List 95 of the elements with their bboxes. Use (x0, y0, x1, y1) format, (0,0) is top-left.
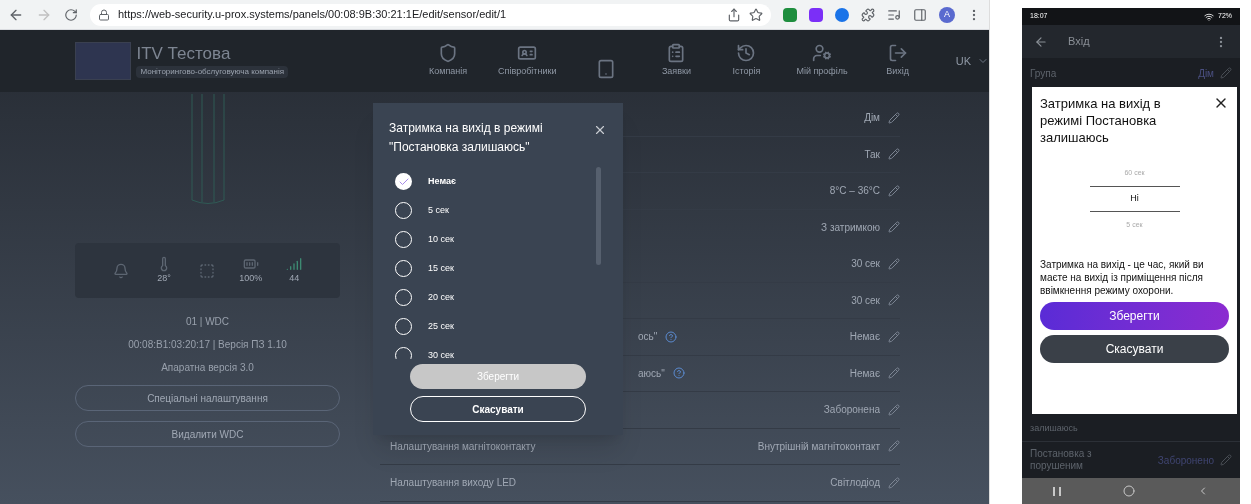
setting-value: Внутрішній магнітоконтакт (757, 439, 880, 454)
pencil-icon[interactable] (1220, 67, 1232, 79)
nav-link[interactable]: Співробітники (498, 65, 557, 79)
radio-option[interactable]: 20 сек (389, 283, 607, 312)
logout-icon[interactable] (887, 43, 908, 64)
setting-label: Налаштування магнітоконтакту (390, 439, 536, 454)
radio-option[interactable]: 25 сек (389, 312, 607, 341)
dialog-title: "Постановка залишаюсь" (389, 139, 531, 156)
scrollbar[interactable] (596, 167, 601, 265)
radio-option[interactable]: 10 сек (389, 225, 607, 254)
address-bar[interactable]: https://web-security.u-prox.systems/panels/00:08:9B:30:21:1E/edit/sensor/edit/1 (90, 3, 771, 26)
save-button[interactable]: Зберегти (1040, 302, 1229, 330)
side-panel-icon[interactable] (913, 7, 927, 22)
row-value: Заборонено (1157, 453, 1214, 468)
setting-label: аюсь" (638, 366, 665, 381)
avatar[interactable]: A (939, 6, 955, 23)
nav-link[interactable]: Заявки (661, 65, 691, 79)
stat-value: 44 (289, 271, 300, 285)
home-icon[interactable] (1123, 485, 1135, 497)
extension-icon[interactable] (835, 7, 849, 22)
url-text: https://web-security.u-prox.systems/panels/00:08:9B:30:21:1E/edit/sensor/edit/1 (118, 7, 507, 23)
recents-icon[interactable] (1053, 486, 1061, 496)
pencil-icon[interactable] (888, 330, 900, 343)
setting-value: Немає (849, 330, 880, 345)
pencil-icon[interactable] (1220, 454, 1232, 466)
square-icon (199, 262, 216, 279)
signal-icon (286, 255, 303, 272)
pencil-icon[interactable] (888, 440, 900, 453)
setting-value: 30 сек (851, 293, 880, 308)
wifi-icon (1204, 11, 1214, 22)
star-icon[interactable] (749, 7, 763, 22)
setting-label: ось" (638, 330, 658, 345)
radio-checked[interactable] (395, 173, 412, 190)
row-label: Група (1030, 66, 1057, 81)
user-gear-icon[interactable] (812, 43, 833, 64)
extension-icon[interactable] (809, 7, 823, 22)
row-value: Дім (1198, 66, 1214, 81)
language-selector[interactable]: UK (955, 52, 971, 70)
hardware-version: Апаратна версія 3.0 (161, 361, 254, 375)
pencil-icon[interactable] (888, 476, 900, 489)
pencil-icon[interactable] (888, 403, 900, 416)
puzzle-icon[interactable] (861, 7, 875, 22)
radio-option[interactable]: 5 сек (389, 196, 607, 225)
nav-link[interactable]: Історія (732, 65, 761, 79)
reload-icon[interactable] (64, 7, 78, 22)
pencil-icon[interactable] (888, 221, 900, 234)
shield-icon[interactable] (438, 43, 459, 64)
logo-placeholder (75, 42, 132, 80)
setting-value: Світлодіод (830, 476, 880, 491)
pencil-icon[interactable] (888, 184, 900, 197)
pencil-icon[interactable] (888, 367, 900, 380)
setting-value: З затримкою (821, 220, 880, 235)
nav-link[interactable]: Компанія (428, 65, 468, 79)
setting-value: Так (864, 147, 880, 162)
playlist-icon[interactable] (887, 7, 901, 22)
setting-value: 30 сек (851, 257, 880, 272)
extension-icon[interactable] (783, 7, 797, 22)
stat-value: 100% (239, 271, 263, 285)
stat-value: 28° (157, 271, 171, 285)
row-label: залишаюсь (1030, 421, 1078, 435)
clipboard-icon[interactable] (666, 43, 687, 64)
tablet-icon[interactable] (596, 58, 617, 79)
setting-label: Налаштування виходу LED (390, 476, 517, 491)
bell-icon (112, 262, 129, 279)
picker-item[interactable]: Ні (1089, 186, 1180, 212)
help-icon[interactable] (665, 330, 678, 343)
radio-option[interactable]: 15 сек (389, 254, 607, 283)
share-icon[interactable] (727, 7, 741, 22)
description: Затримка на вихід - це час, який ви маєте на вихід із приміщення після ввімкнення режиму охорони. (1040, 258, 1205, 297)
close-icon[interactable] (593, 123, 607, 137)
pencil-icon[interactable] (888, 257, 900, 270)
company-tag: Моніторингово-обслуговуюча компанія (136, 66, 289, 78)
setting-value: Заборонена (823, 403, 880, 418)
screen-title: Вхід (1068, 34, 1090, 50)
pencil-icon[interactable] (888, 294, 900, 307)
device-name: 01 | WDC (185, 315, 230, 329)
nav-link[interactable]: Мій профіль (796, 65, 848, 79)
company-name: ITV Тестова (136, 44, 232, 64)
radio-option[interactable]: Немає (389, 167, 607, 196)
setting-value: Дім (864, 111, 880, 126)
radio-option[interactable]: 30 сек (389, 341, 607, 359)
help-icon[interactable] (672, 367, 685, 380)
setting-value: 8°C – 36°C (829, 184, 880, 199)
back-icon[interactable] (1034, 34, 1048, 49)
history-icon[interactable] (736, 43, 757, 64)
dialog-title: Затримка на вихід в режимі Постановка залишаюсь (1040, 95, 1162, 146)
device-info: 00:08:B1:03:20:17 | Версія ПЗ 1.10 (128, 338, 287, 352)
nav-link[interactable]: Вихід (886, 65, 910, 79)
row-label: Постановка з порушеним (1030, 448, 1093, 472)
pencil-icon[interactable] (888, 148, 900, 161)
pencil-icon[interactable] (888, 111, 900, 124)
setting-value: Немає (849, 366, 880, 381)
lock-icon (98, 8, 110, 21)
cancel-button[interactable]: Скасувати (1040, 335, 1229, 363)
dialog-title: Затримка на вихід в режимі (389, 120, 543, 137)
